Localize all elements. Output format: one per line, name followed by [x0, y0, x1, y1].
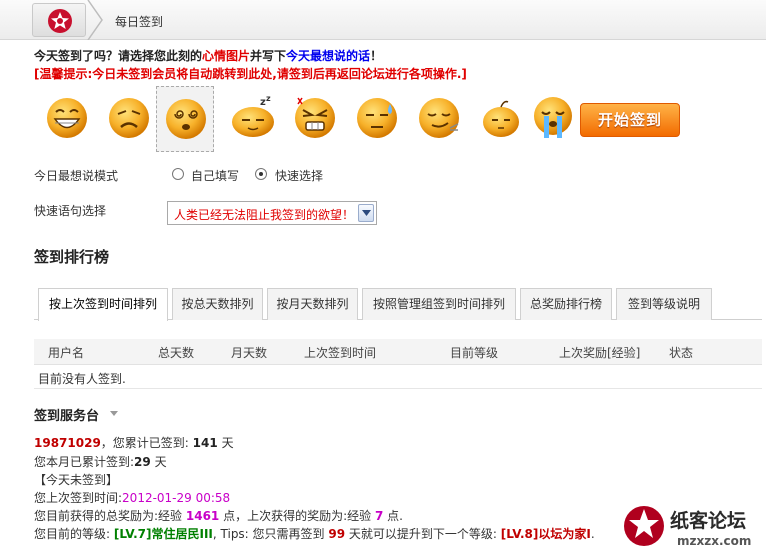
dropdown-arrow-icon[interactable] — [358, 204, 374, 222]
sleepy-face-icon: z z — [232, 94, 274, 137]
breadcrumb-separator-icon — [87, 0, 103, 40]
tab-last-sign-time[interactable]: 按上次签到时间排列 — [38, 288, 168, 321]
breadcrumb-bar: 每日签到 — [0, 0, 766, 40]
col-username: 用户名 — [48, 346, 85, 360]
service-username[interactable]: 19871029 — [34, 436, 101, 450]
mood-option-dizzy[interactable] — [156, 86, 214, 152]
start-sign-button[interactable]: 开始签到 — [580, 103, 680, 137]
crying-face-icon — [534, 97, 572, 138]
tab-level-info[interactable]: 签到等级说明 — [616, 288, 712, 320]
sign-warning: [温馨提示:今日未签到会员将自动跳转到此处,请签到后再返回论坛进行各项操作.] — [34, 67, 467, 81]
sweat-face-icon — [357, 98, 397, 138]
col-month-days: 月天数 — [231, 346, 268, 360]
home-button[interactable] — [32, 3, 86, 37]
mood-option-sweat[interactable] — [348, 86, 406, 152]
col-current-level: 目前等级 — [450, 346, 499, 360]
quick-phrase-select[interactable]: 人类已经无法阻止我签到的欲望！ — [167, 201, 377, 225]
radio-quick-select-label[interactable]: 快速选择 — [275, 167, 323, 184]
service-today-status: 【今天未签到】 — [34, 473, 119, 487]
angry-face-icon — [295, 97, 335, 138]
ranking-tabs: 按上次签到时间排列 按总天数排列 按月天数排列 按照管理组签到时间排列 总奖励排… — [34, 287, 762, 321]
svg-text:mzxzx.com: mzxzx.com — [677, 534, 751, 548]
mood-option-crying[interactable] — [524, 86, 582, 152]
smug-face-icon — [419, 98, 459, 138]
col-status: 状态 — [669, 346, 694, 360]
col-last-reward: 上次奖励[经验] — [559, 346, 641, 360]
mood-option-shy[interactable] — [472, 86, 530, 152]
radio-quick-select[interactable] — [255, 168, 267, 180]
ranking-table-header: 用户名 总天数 月天数 上次签到时间 目前等级 上次奖励[经验] 状态 — [34, 339, 762, 365]
grin-face-icon — [47, 98, 87, 138]
service-month: 您本月已累计签到:29 天 — [34, 455, 167, 469]
mode-label: 今日最想说模式 — [34, 169, 119, 183]
shy-face-icon — [483, 100, 519, 137]
mood-option-angry[interactable] — [286, 86, 344, 152]
quick-phrase-value: 人类已经无法阻止我签到的欲望！ — [174, 208, 355, 222]
sign-prompt: 今天签到了吗？请选择您此刻的心情图片并写下今天最想说的话！ — [34, 49, 383, 63]
tab-admin-sign-time[interactable]: 按照管理组签到时间排列 — [362, 288, 516, 320]
mood-option-grin[interactable] — [38, 86, 96, 152]
service-reward: 您目前获得的总奖励为:经验 1461 点，上次获得的奖励为:经验 7 点. — [34, 509, 403, 523]
tab-total-days[interactable]: 按总天数排列 — [172, 288, 263, 320]
forum-watermark-logo: 纸客论坛 mzxzx.com — [622, 498, 766, 551]
service-last-time: 您上次签到时间:2012-01-29 00:58 — [34, 491, 231, 505]
col-last-sign-time: 上次签到时间 — [304, 346, 377, 360]
service-total: 19871029，您累计已签到: 141 天 — [34, 436, 234, 450]
tab-total-reward[interactable]: 总奖励排行榜 — [520, 288, 612, 320]
sad-face-icon — [109, 98, 149, 138]
ranking-title: 签到排行榜 — [34, 248, 110, 266]
svg-text:纸客论坛: 纸客论坛 — [670, 509, 746, 532]
mood-option-smug[interactable] — [410, 86, 468, 152]
radio-self-fill[interactable] — [172, 168, 184, 180]
mood-option-sad[interactable] — [100, 86, 158, 152]
tab-month-days[interactable]: 按月天数排列 — [267, 288, 358, 320]
mood-option-sleepy[interactable]: z z — [224, 86, 282, 152]
radio-self-fill-label[interactable]: 自己填写 — [191, 167, 239, 184]
service-desk-title[interactable]: 签到服务台 — [34, 405, 118, 424]
svg-text:z: z — [266, 94, 271, 103]
caret-down-icon — [110, 411, 118, 416]
home-logo-icon — [48, 9, 72, 33]
breadcrumb-current: 每日签到 — [115, 15, 164, 29]
quick-phrase-label: 快速语句选择 — [34, 204, 107, 218]
dizzy-face-icon — [166, 99, 206, 139]
service-level: 您目前的等级: [LV.7]常住居民III, Tips: 您只需再签到 99 天… — [34, 527, 595, 541]
col-total-days: 总天数 — [158, 346, 195, 360]
divider — [34, 388, 762, 389]
ranking-empty-text: 目前没有人签到. — [38, 372, 126, 386]
